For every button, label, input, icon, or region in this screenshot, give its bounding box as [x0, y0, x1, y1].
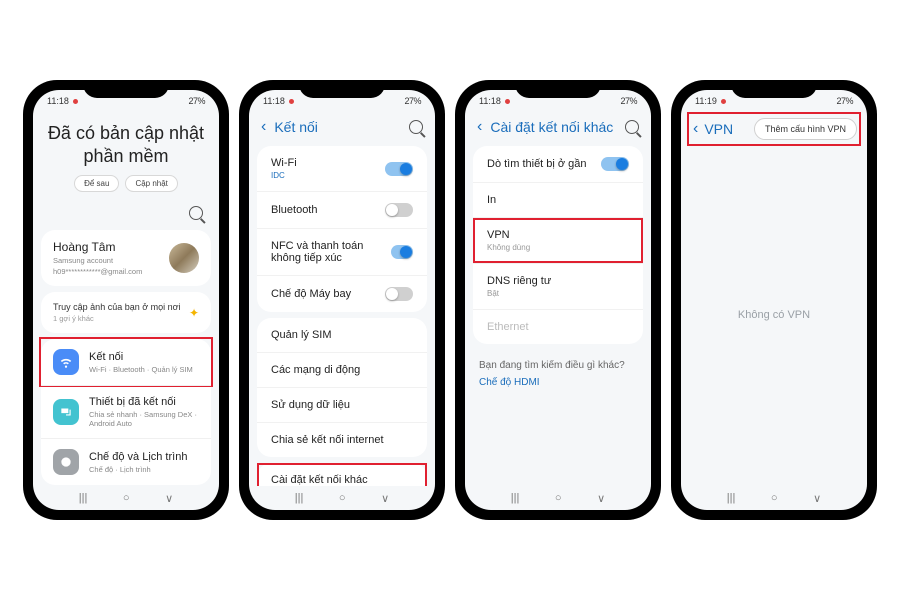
nav-home[interactable]: ○: [123, 492, 130, 504]
phone-1: 11:18 27% Đã có bản cập nhậtphần mềm Để …: [23, 80, 229, 520]
row-airplane[interactable]: Chế độ Máy bay: [257, 275, 427, 312]
add-vpn-button[interactable]: Thêm cấu hình VPN: [754, 118, 857, 140]
avatar: [169, 243, 199, 273]
screen-3: 11:18 27% ‹ Cài đặt kết nối khác Dò tìm …: [465, 90, 651, 510]
rec-dot-icon: [73, 99, 78, 104]
hdmi-link[interactable]: Chế độ HDMI: [465, 375, 651, 398]
empty-state: Không có VPN: [681, 144, 867, 486]
notch: [83, 80, 169, 98]
back-icon[interactable]: ‹: [477, 118, 482, 136]
row-private-dns[interactable]: DNS riêng tưBật: [473, 263, 643, 309]
row-sim[interactable]: Quản lý SIM: [257, 318, 427, 352]
back-icon[interactable]: ‹: [261, 118, 266, 136]
settings-row-modes[interactable]: Chế độ và Lịch trìnhChế độ · Lịch trình: [41, 438, 211, 485]
notch: [515, 80, 601, 98]
phone-3: 11:18 27% ‹ Cài đặt kết nối khác Dò tìm …: [455, 80, 661, 520]
row-data-usage[interactable]: Sử dụng dữ liệu: [257, 387, 427, 422]
row-vpn[interactable]: VPNKhông dùng: [473, 217, 643, 263]
phone-2: 11:18 27% ‹ Kết nối Wi-FiIDC Bluetooth N…: [239, 80, 445, 520]
nav-bar: ||| ○ ∨: [33, 486, 219, 510]
screen-1: 11:18 27% Đã có bản cập nhậtphần mềm Để …: [33, 90, 219, 510]
page-title: VPN: [704, 121, 733, 137]
sparkle-icon: ✦: [189, 306, 199, 320]
nav-back[interactable]: ∨: [165, 492, 173, 505]
battery-text: 27%: [188, 96, 205, 106]
settings-row-connections[interactable]: Kết nốiWi-Fi · Bluetooth · Quản lý SIM: [41, 339, 211, 385]
bluetooth-toggle[interactable]: [385, 203, 413, 217]
screen-2: 11:18 27% ‹ Kết nối Wi-FiIDC Bluetooth N…: [249, 90, 435, 510]
page-title: Kết nối: [274, 119, 401, 135]
row-hotspot[interactable]: Chia sẻ kết nối internet: [257, 422, 427, 457]
notch: [299, 80, 385, 98]
update-button[interactable]: Cập nhật: [125, 175, 177, 192]
back-icon[interactable]: ‹: [693, 120, 698, 138]
clock: 11:18: [47, 96, 69, 106]
row-more-connection-settings[interactable]: Cài đặt kết nối khác: [257, 463, 427, 486]
looking-for-label: Bạn đang tìm kiếm điều gì khác?: [465, 350, 651, 375]
row-nearby-scan[interactable]: Dò tìm thiết bị ở gần: [473, 146, 643, 182]
devices-icon: [53, 399, 79, 425]
nearby-toggle[interactable]: [601, 157, 629, 171]
page-title: Cài đặt kết nối khác: [490, 119, 617, 135]
suggestion-card[interactable]: Truy cập ảnh của bạn ở mọi nơi 1 gợi ý k…: [41, 292, 211, 333]
account-card[interactable]: Hoàng Tâm Samsung account h09***********…: [41, 230, 211, 286]
row-mobile-networks[interactable]: Các mạng di động: [257, 352, 427, 387]
row-printing[interactable]: In: [473, 182, 643, 217]
row-bluetooth[interactable]: Bluetooth: [257, 191, 427, 228]
row-ethernet: Ethernet: [473, 309, 643, 344]
nfc-toggle[interactable]: [391, 245, 413, 259]
notch: [731, 80, 817, 98]
modes-icon: [53, 449, 79, 475]
search-icon[interactable]: [625, 120, 639, 134]
phone-4: 11:19 27% ‹VPN Thêm cấu hình VPN Không c…: [671, 80, 877, 520]
search-icon[interactable]: [409, 120, 423, 134]
rec-dot-icon: [289, 99, 294, 104]
row-wifi[interactable]: Wi-FiIDC: [257, 146, 427, 191]
search-icon[interactable]: [189, 206, 203, 220]
row-nfc[interactable]: NFC và thanh toán không tiếp xúc: [257, 228, 427, 275]
wifi-icon: [53, 349, 79, 375]
tutorial-four-phones: 11:18 27% Đã có bản cập nhậtphần mềm Để …: [23, 80, 877, 520]
account-name: Hoàng Tâm: [53, 240, 142, 254]
later-button[interactable]: Để sau: [74, 175, 119, 192]
screen-4: 11:19 27% ‹VPN Thêm cấu hình VPN Không c…: [681, 90, 867, 510]
settings-row-connected-devices[interactable]: Thiết bị đã kết nốiChia sẻ nhanh · Samsu…: [41, 385, 211, 438]
update-headline: Đã có bản cập nhậtphần mềm Để sau Cập nh…: [33, 112, 219, 198]
airplane-toggle[interactable]: [385, 287, 413, 301]
wifi-toggle[interactable]: [385, 162, 413, 176]
nav-recent[interactable]: |||: [79, 492, 88, 504]
